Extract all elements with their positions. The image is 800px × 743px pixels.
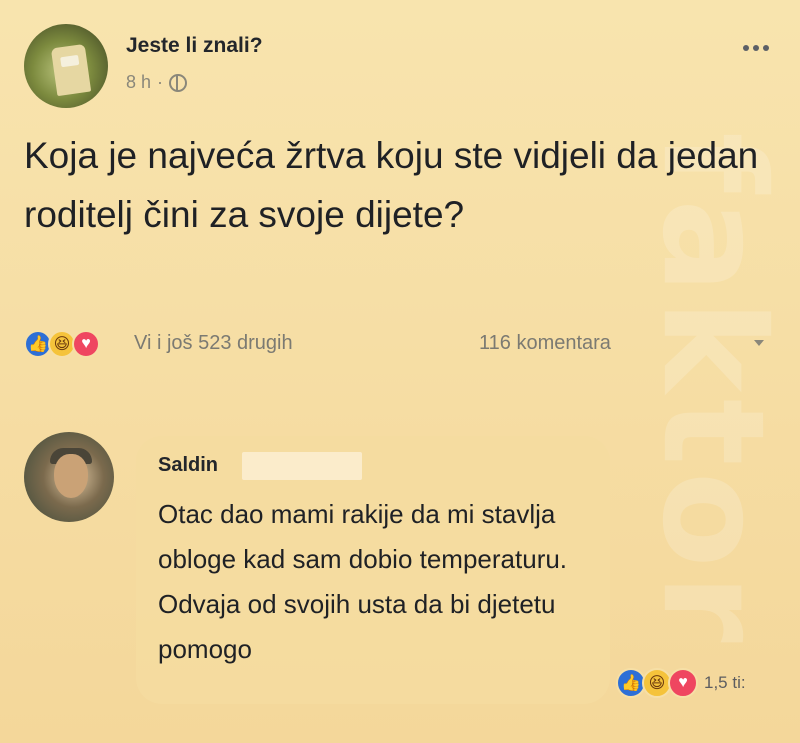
comment-reactions[interactable]: 👍 😆 ♥ 1,5 ti: — [616, 668, 746, 698]
page-avatar[interactable] — [24, 24, 108, 108]
more-options-button[interactable] — [736, 38, 776, 58]
name-redaction — [242, 452, 362, 480]
comments-count[interactable]: 116 komentara — [479, 332, 611, 355]
comment-text: Otac dao mami rakije da mi stavlja oblog… — [158, 499, 568, 664]
more-dots-icon — [743, 45, 749, 51]
avatar-face — [54, 454, 88, 498]
comment-reaction-count: 1,5 ti: — [704, 673, 746, 692]
post-time[interactable]: 8 h — [126, 72, 151, 93]
commenter-name[interactable]: Saldin — [158, 454, 218, 477]
love-icon: ♥ — [72, 330, 100, 358]
love-icon: ♥ — [668, 668, 698, 698]
engagement-bar: 👍 😆 ♥ Vi i još 523 drugih 116 komentara — [24, 328, 776, 364]
screenshot-background: faktor Jeste li znali? 8 h · Koja je naj… — [0, 0, 800, 743]
meta-separator: · — [157, 72, 164, 92]
post-header: Jeste li znali? 8 h · — [24, 24, 776, 114]
avatar-figure — [50, 43, 92, 97]
comment-bubble: Saldin Otac dao mami rakije da mi stavlj… — [136, 436, 610, 704]
comment: Saldin Otac dao mami rakije da mi stavlj… — [24, 432, 776, 722]
reactors-text[interactable]: Vi i još 523 drugih — [134, 332, 293, 355]
page-name[interactable]: Jeste li znali? — [126, 34, 263, 58]
post-meta: 8 h · — [126, 72, 188, 93]
commenter-avatar[interactable] — [24, 432, 114, 522]
more-dots-icon — [763, 45, 769, 51]
reaction-icons[interactable]: 👍 😆 ♥ — [24, 330, 100, 358]
post-text: Koja je najveća žrtva koju ste vidjeli d… — [24, 135, 759, 235]
more-dots-icon — [753, 45, 759, 51]
globe-icon — [169, 73, 188, 92]
chevron-down-icon[interactable] — [754, 340, 764, 346]
